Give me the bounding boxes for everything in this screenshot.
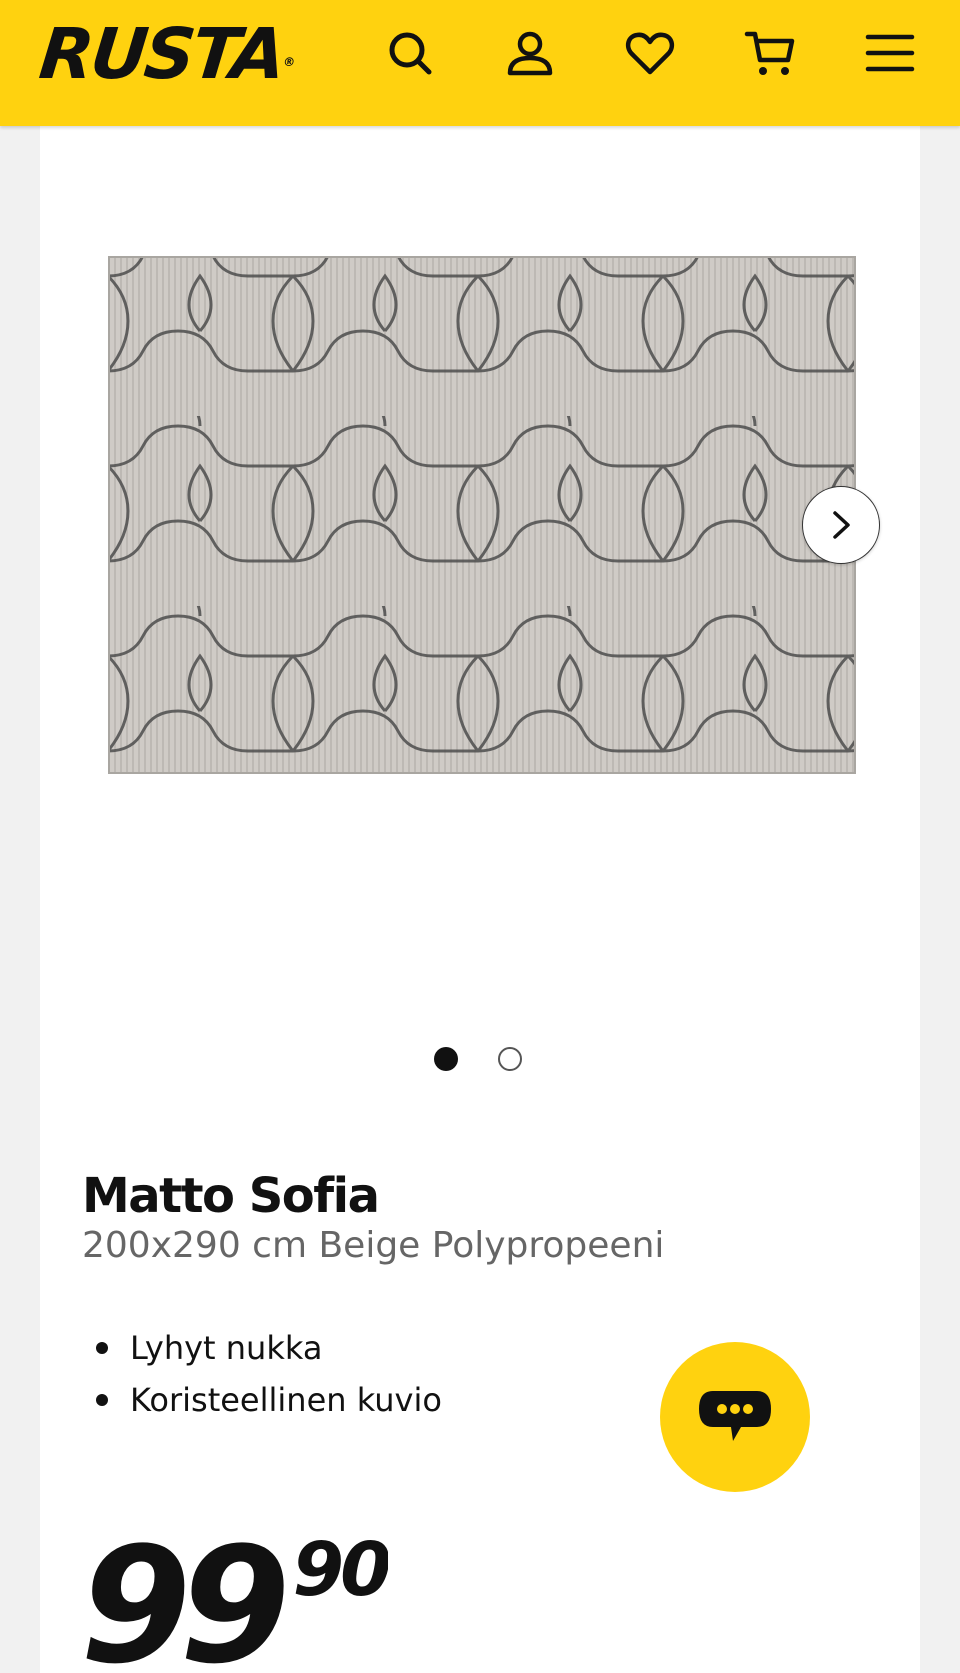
brand-name: RUSTA (35, 13, 287, 95)
product-gallery (40, 126, 920, 1071)
site-header: RUSTA ® (0, 0, 960, 126)
search-button[interactable] (375, 22, 445, 84)
feature-item: Lyhyt nukka (96, 1322, 442, 1374)
feature-list: Lyhyt nukka Koristeellinen kuvio (96, 1322, 442, 1426)
chat-button[interactable] (660, 1342, 810, 1492)
account-button[interactable] (495, 22, 565, 84)
price-decimals: 90 (292, 1527, 388, 1613)
product-price: 99 90 (80, 1526, 388, 1673)
cart-icon (744, 31, 795, 75)
feature-item: Koristeellinen kuvio (96, 1374, 442, 1426)
carousel-dots (434, 1046, 522, 1072)
chat-bubble-icon (699, 1391, 771, 1441)
next-image-button[interactable] (802, 486, 880, 564)
chevron-right-icon (833, 511, 850, 539)
carousel-dot-1[interactable] (434, 1047, 458, 1071)
product-details: 200x290 cm Beige Polypropeeni (82, 1225, 665, 1266)
menu-button[interactable] (855, 22, 925, 84)
account-icon (507, 31, 553, 76)
menu-icon (865, 34, 915, 72)
price-main: 99 (80, 1526, 291, 1673)
brand-logo[interactable]: RUSTA ® (36, 13, 296, 95)
product-image[interactable] (108, 256, 856, 774)
cart-button[interactable] (735, 22, 805, 84)
heart-icon (625, 32, 675, 75)
product-card: Matto Sofia 200x290 cm Beige Polypropeen… (40, 126, 920, 1673)
search-icon (389, 32, 432, 75)
product-title: Matto Sofia (82, 1168, 380, 1225)
wishlist-button[interactable] (615, 22, 685, 84)
carousel-dot-2[interactable] (498, 1047, 522, 1071)
